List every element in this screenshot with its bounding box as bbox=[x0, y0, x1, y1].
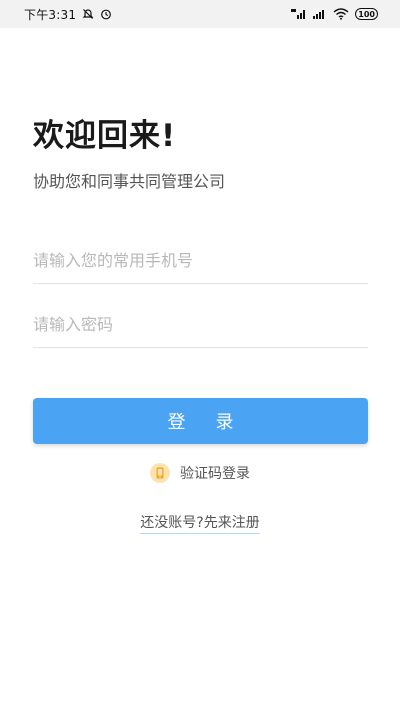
password-input[interactable] bbox=[33, 301, 368, 347]
page-title: 欢迎回来! bbox=[33, 118, 177, 154]
status-bar-left: 下午3:31 bbox=[24, 6, 112, 23]
register-link-container: 还没账号?先来注册 bbox=[0, 512, 400, 534]
hd-signal-icon bbox=[291, 8, 307, 20]
battery-icon: 100 bbox=[355, 8, 378, 20]
alarm-icon bbox=[100, 8, 112, 20]
phone-icon bbox=[150, 463, 170, 483]
phone-field-container bbox=[33, 237, 368, 284]
status-bar: 下午3:31 100 bbox=[0, 0, 400, 28]
page-subtitle: 协助您和同事共同管理公司 bbox=[33, 172, 226, 191]
notification-muted-icon bbox=[82, 8, 94, 20]
status-time: 下午3:31 bbox=[24, 7, 77, 22]
status-bar-right: 100 bbox=[291, 8, 378, 20]
password-field-container bbox=[33, 301, 368, 348]
signal-icon bbox=[313, 8, 327, 20]
code-login-link[interactable]: 验证码登录 bbox=[0, 463, 400, 483]
phone-input[interactable] bbox=[33, 237, 368, 283]
register-link[interactable]: 还没账号?先来注册 bbox=[140, 515, 260, 534]
wifi-icon bbox=[333, 8, 349, 20]
code-login-label: 验证码登录 bbox=[180, 466, 250, 482]
login-button[interactable]: 登录 bbox=[33, 398, 368, 444]
